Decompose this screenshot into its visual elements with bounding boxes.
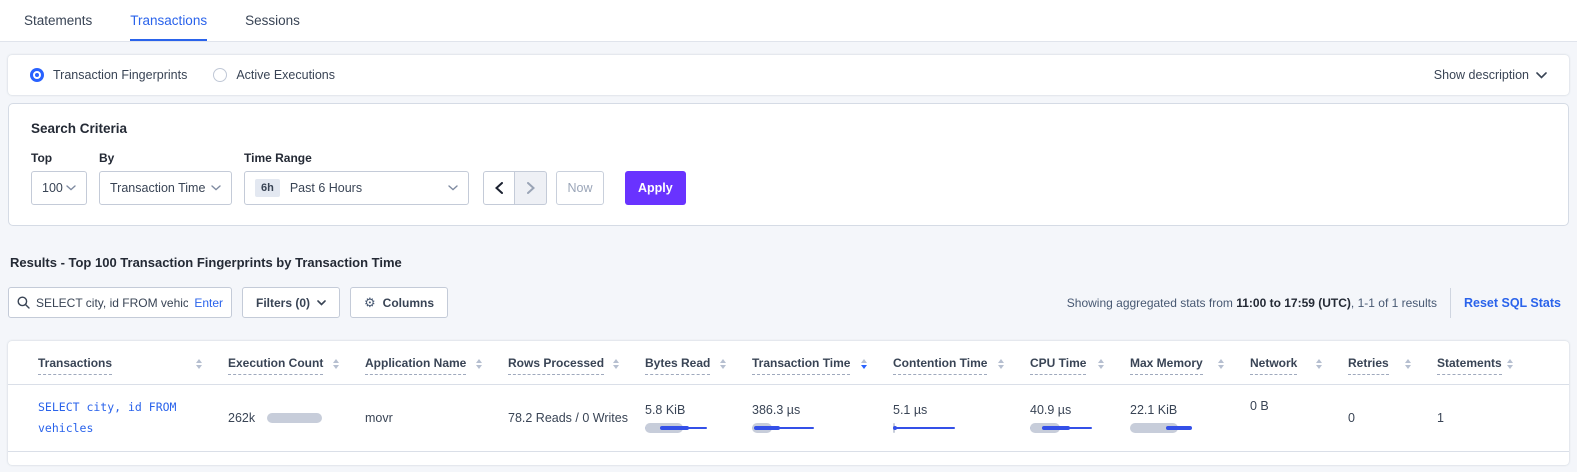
tab-statements[interactable]: Statements [24, 0, 92, 41]
execution-count-bar [267, 413, 322, 423]
by-select[interactable]: Transaction Time [99, 171, 232, 205]
chevron-down-icon [66, 185, 76, 191]
top-label: Top [31, 151, 87, 165]
radio-label: Transaction Fingerprints [53, 68, 187, 82]
max-memory-bar [1130, 423, 1192, 433]
filters-label: Filters (0) [256, 296, 310, 310]
table-row: SELECT city, id FROM vehicles 262k movr … [8, 385, 1569, 452]
contention-time-cell: 5.1 µs [893, 403, 1030, 433]
rows-processed-cell: 78.2 Reads / 0 Writes [508, 411, 645, 425]
tab-transactions[interactable]: Transactions [130, 0, 207, 41]
search-criteria-title: Search Criteria [31, 121, 1546, 136]
sort-icon[interactable] [476, 356, 482, 369]
max-memory-cell: 22.1 KiB [1130, 403, 1250, 433]
time-prev-button[interactable] [483, 171, 515, 205]
by-value: Transaction Time [110, 181, 205, 195]
column-header-application-name[interactable]: Application Name [365, 356, 466, 375]
application-name-cell: movr [365, 411, 508, 425]
search-input[interactable]: SELECT city, id FROM vehicles W Enter [8, 287, 232, 318]
search-enter-hint: Enter [194, 296, 223, 310]
top-value: 100 [42, 181, 63, 195]
chevron-right-icon [527, 182, 535, 194]
sort-desc-icon[interactable] [861, 356, 867, 369]
search-criteria-panel: Search Criteria Top 100 By Transaction T… [8, 103, 1569, 226]
transaction-time-bar [752, 423, 814, 433]
filters-button[interactable]: Filters (0) [242, 287, 340, 318]
time-next-button[interactable] [515, 171, 547, 205]
execution-count-cell: 262k [228, 411, 365, 425]
radio-selected-icon [30, 68, 44, 82]
show-description-toggle[interactable]: Show description [1434, 68, 1547, 82]
table-header-row: Transactions Execution Count Application… [8, 351, 1569, 385]
by-label: By [99, 151, 232, 165]
column-header-network[interactable]: Network [1250, 356, 1297, 375]
columns-button[interactable]: ⚙ Columns [350, 287, 448, 318]
radio-unselected-icon [213, 68, 227, 82]
chevron-left-icon [495, 182, 503, 194]
transaction-time-cell: 386.3 µs [752, 403, 893, 433]
sort-icon[interactable] [720, 356, 726, 369]
chevron-down-icon [1536, 72, 1547, 79]
time-range-select[interactable]: 6h Past 6 Hours [244, 171, 469, 205]
sort-icon[interactable] [1098, 356, 1104, 369]
radio-label: Active Executions [236, 68, 335, 82]
column-header-contention-time[interactable]: Contention Time [893, 356, 987, 375]
time-range-badge: 6h [255, 179, 280, 197]
sort-icon[interactable] [333, 356, 339, 369]
statements-cell: 1 [1437, 411, 1539, 425]
time-range-label: Time Range [244, 151, 469, 165]
showing-stats-text: Showing aggregated stats from 11:00 to 1… [1067, 296, 1437, 310]
tab-sessions[interactable]: Sessions [245, 0, 300, 41]
sort-icon[interactable] [613, 356, 619, 369]
network-cell: 0 B [1250, 397, 1348, 413]
apply-button[interactable]: Apply [625, 171, 686, 205]
column-header-cpu-time[interactable]: CPU Time [1030, 356, 1086, 375]
transaction-fingerprint-link[interactable]: SELECT city, id FROM vehicles [38, 397, 203, 438]
radio-transaction-fingerprints[interactable]: Transaction Fingerprints [30, 68, 187, 82]
column-header-transactions[interactable]: Transactions [38, 356, 112, 375]
showing-range: 11:00 to 17:59 (UTC) [1236, 296, 1351, 310]
results-heading: Results - Top 100 Transaction Fingerprin… [10, 255, 1567, 270]
column-header-max-memory[interactable]: Max Memory [1130, 356, 1203, 375]
chevron-down-icon [448, 185, 458, 191]
view-toggle-bar: Transaction Fingerprints Active Executio… [8, 55, 1569, 95]
cpu-time-bar [1030, 423, 1092, 433]
top-select[interactable]: 100 [31, 171, 87, 205]
columns-label: Columns [383, 296, 434, 310]
transactions-table: Transactions Execution Count Application… [8, 341, 1569, 465]
now-button[interactable]: Now [556, 171, 604, 205]
sort-icon[interactable] [1405, 356, 1411, 369]
sort-icon[interactable] [1316, 356, 1322, 369]
sort-icon[interactable] [196, 356, 202, 369]
column-header-execution-count[interactable]: Execution Count [228, 356, 323, 375]
time-range-value: Past 6 Hours [290, 181, 362, 195]
search-icon [17, 296, 30, 309]
results-toolbar: SELECT city, id FROM vehicles W Enter Fi… [8, 287, 1569, 318]
page-tabs: Statements Transactions Sessions [0, 0, 1577, 42]
search-value: SELECT city, id FROM vehicles W [36, 296, 188, 310]
sort-icon[interactable] [1507, 356, 1513, 369]
column-header-bytes-read[interactable]: Bytes Read [645, 356, 710, 375]
column-header-statements[interactable]: Statements [1437, 356, 1502, 375]
chevron-down-icon [211, 185, 221, 191]
radio-active-executions[interactable]: Active Executions [213, 68, 335, 82]
cpu-time-cell: 40.9 µs [1030, 403, 1130, 433]
sort-icon[interactable] [1218, 356, 1224, 369]
gear-icon: ⚙ [364, 295, 376, 311]
bytes-read-bar [645, 423, 707, 433]
contention-time-bar [893, 423, 955, 433]
column-header-transaction-time[interactable]: Transaction Time [752, 356, 850, 375]
sort-icon[interactable] [998, 356, 1004, 369]
chevron-down-icon [317, 300, 326, 306]
column-header-rows-processed[interactable]: Rows Processed [508, 356, 604, 375]
toolbar-divider [1450, 288, 1451, 318]
retries-cell: 0 [1348, 411, 1437, 425]
reset-sql-stats-link[interactable]: Reset SQL Stats [1464, 296, 1561, 310]
column-header-retries[interactable]: Retries [1348, 356, 1389, 375]
bytes-read-cell: 5.8 KiB [645, 403, 752, 433]
show-description-label: Show description [1434, 68, 1529, 82]
